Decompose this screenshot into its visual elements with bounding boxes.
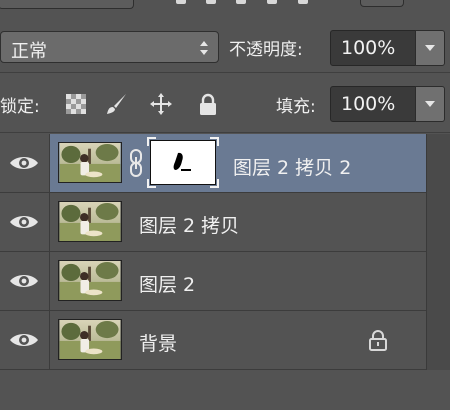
visibility-toggle[interactable] (0, 193, 50, 251)
visibility-toggle[interactable] (0, 134, 50, 192)
filter-toggle[interactable] (360, 0, 404, 7)
padlock-icon (369, 330, 387, 351)
layer-row[interactable]: 背景 (0, 311, 426, 370)
eye-icon (10, 157, 38, 169)
eye-icon (10, 216, 38, 228)
visibility-toggle[interactable] (0, 252, 50, 310)
blend-mode-select[interactable]: 正常 (0, 31, 219, 63)
blend-row: 正常 不透明度: 100% (0, 24, 450, 70)
top-toolbar-strip (0, 0, 450, 24)
layer-row[interactable]: 图层 2 拷贝 (0, 193, 426, 252)
visibility-toggle[interactable] (0, 311, 50, 369)
layer-row[interactable]: 图层 2 拷贝 2 (0, 134, 426, 193)
opacity-label: 不透明度: (229, 40, 303, 60)
lock-row: 锁定: 填充: 100% (0, 78, 450, 130)
filter-smart-object-icon[interactable] (298, 0, 308, 4)
layer-thumbnail[interactable] (58, 201, 122, 242)
filter-pixel-icon[interactable] (176, 0, 186, 4)
eye-icon (10, 275, 38, 287)
eye-icon (10, 334, 38, 346)
filter-kind-select[interactable] (0, 0, 134, 9)
move-lock-icon[interactable] (149, 92, 173, 116)
layer-name: 图层 2 拷贝 2 (233, 157, 352, 179)
blend-mode-value: 正常 (11, 41, 47, 62)
padlock-icon[interactable] (196, 92, 220, 116)
opacity-dropdown-button[interactable] (415, 30, 445, 66)
layer-thumbnail[interactable] (58, 319, 122, 360)
fill-value: 100% (341, 93, 396, 115)
fill-field[interactable]: 100% (330, 86, 416, 122)
lock-label: 锁定: (0, 97, 40, 117)
layer-thumbnail[interactable] (58, 260, 122, 301)
chevron-down-icon (425, 45, 435, 51)
chevron-down-icon (425, 101, 435, 107)
filter-shape-icon[interactable] (267, 0, 277, 4)
opacity-value: 100% (341, 37, 396, 59)
layers-scrollbar[interactable] (426, 134, 450, 410)
layers-list: 图层 2 拷贝 2 图层 2 拷贝 图层 2 背景 (0, 134, 426, 370)
mask-link-icon[interactable] (128, 148, 144, 178)
updown-arrows-icon (200, 41, 208, 55)
filter-type-icon[interactable] (236, 0, 246, 4)
layer-name: 背景 (139, 333, 178, 355)
filter-adjustment-icon[interactable] (206, 0, 216, 4)
layer-mask-thumbnail[interactable] (150, 140, 216, 185)
layer-row[interactable]: 图层 2 (0, 252, 426, 311)
divider (0, 132, 450, 133)
brush-lock-icon[interactable] (104, 92, 128, 116)
divider (0, 72, 450, 73)
transparency-lock-icon[interactable] (64, 92, 88, 116)
empty-layers-area (0, 370, 450, 410)
opacity-field[interactable]: 100% (330, 30, 416, 66)
layer-thumbnail[interactable] (58, 142, 122, 183)
layer-name: 图层 2 拷贝 (139, 215, 240, 237)
fill-dropdown-button[interactable] (415, 86, 445, 122)
layer-name: 图层 2 (139, 274, 196, 296)
fill-label: 填充: (276, 97, 316, 117)
